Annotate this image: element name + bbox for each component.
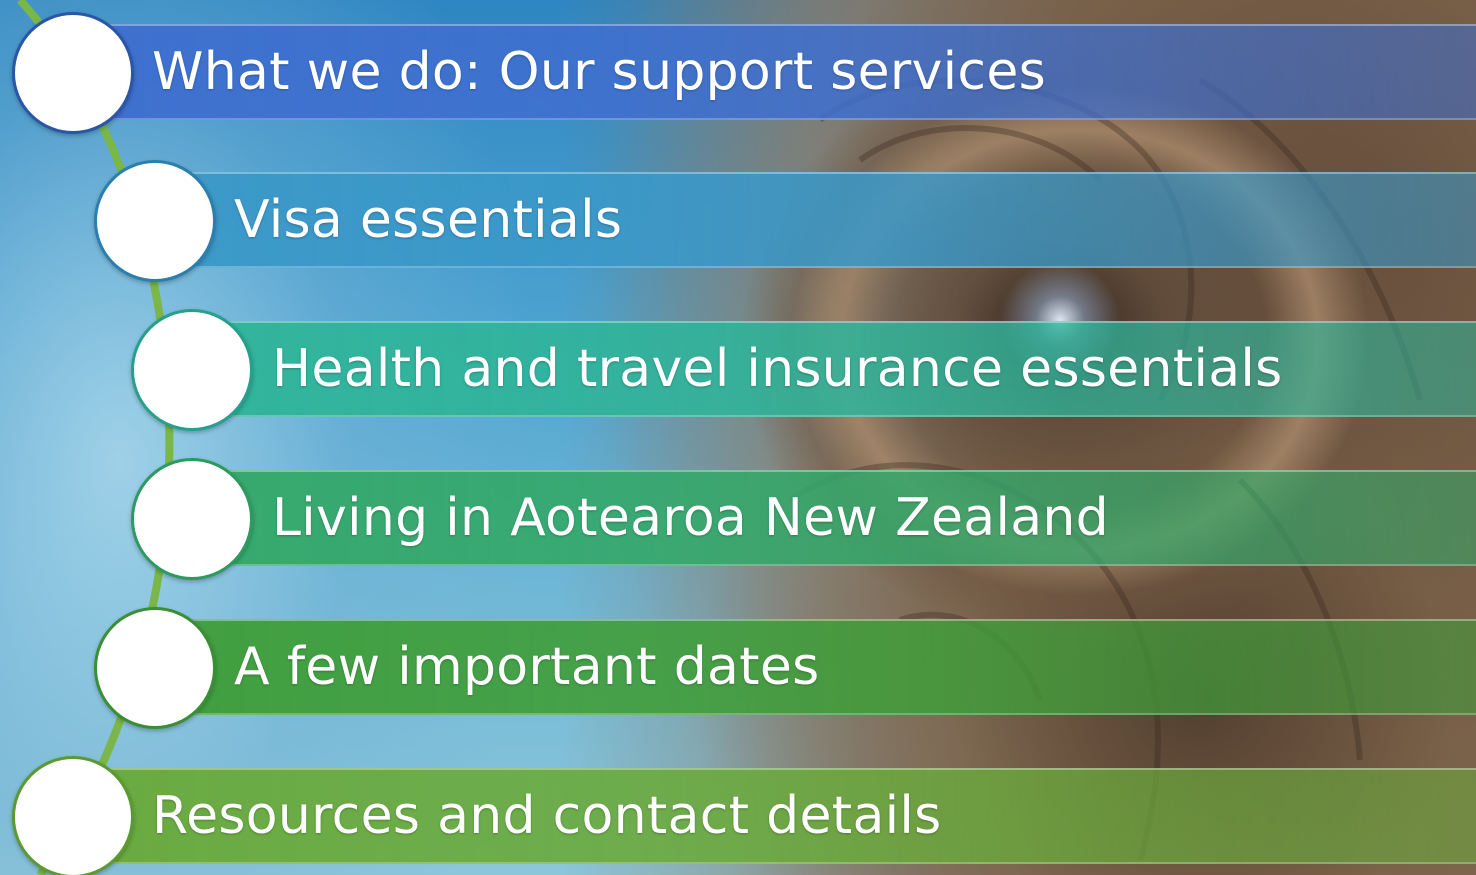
step-marker-3 — [131, 309, 253, 431]
slide: What we do: Our support services Visa es… — [0, 0, 1476, 875]
timeline-connector — [17, 0, 174, 875]
step-marker-2 — [94, 160, 216, 282]
step-marker-6 — [12, 756, 134, 875]
step-marker-5 — [94, 607, 216, 729]
step-marker-4 — [131, 458, 253, 580]
step-marker-1 — [12, 12, 134, 134]
